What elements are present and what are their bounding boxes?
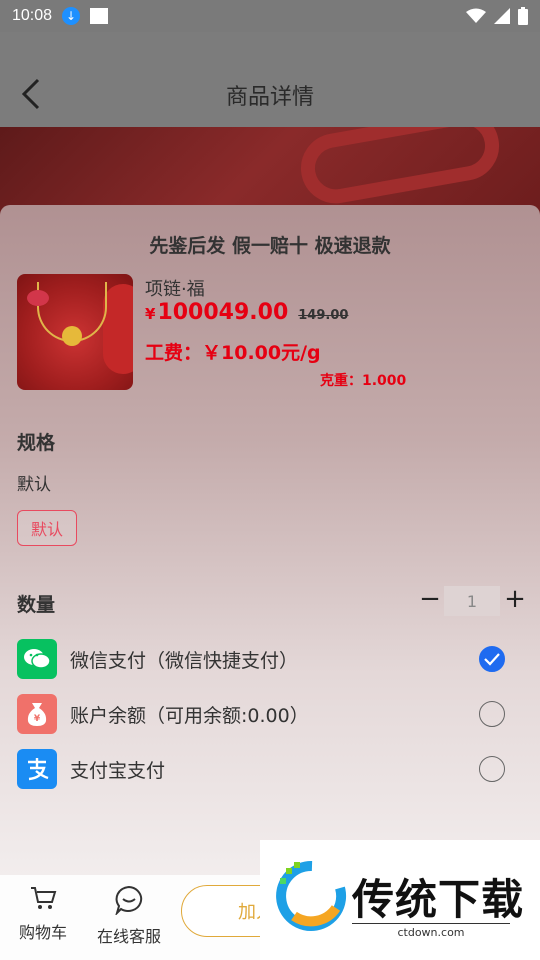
- balance-icon: ¥: [17, 694, 57, 734]
- app-notification-icon: [90, 8, 109, 24]
- signal-icon: [494, 8, 510, 24]
- page-title: 商品详情: [225, 85, 314, 110]
- quantity-decrease-button[interactable]: −: [418, 586, 442, 614]
- service-tab[interactable]: 在线客服: [93, 885, 165, 947]
- payment-option-alipay[interactable]: 支付宝支付: [17, 748, 527, 790]
- sheet-title: 先鉴后发 假一赔十 极速退款: [149, 235, 391, 257]
- spec-value: 默认: [17, 475, 51, 495]
- quantity-heading: 数量: [17, 594, 56, 616]
- quantity-increase-button[interactable]: +: [503, 586, 527, 614]
- purchase-sheet: 先鉴后发 假一赔十 极速退款 项链·福 ¥ 100049.00 149.00 工…: [0, 205, 540, 875]
- spec-option-default[interactable]: 默认: [17, 510, 77, 546]
- radio-unchecked[interactable]: [479, 701, 505, 727]
- service-label: 在线客服: [96, 927, 161, 946]
- cart-icon: [31, 887, 57, 909]
- wifi-icon: [466, 8, 486, 23]
- cart-tab[interactable]: 购物车: [17, 885, 69, 943]
- ctdown-logo: [276, 860, 347, 931]
- spec-heading: 规格: [17, 432, 56, 454]
- product-name: 项链·福: [145, 279, 205, 300]
- download-icon: ↓: [62, 7, 81, 25]
- status-time: 10:08: [12, 7, 53, 24]
- chat-bubble-icon: [114, 885, 143, 917]
- payment-option-wechat[interactable]: 微信支付（微信快捷支付）: [17, 638, 527, 680]
- original-price: 149.00: [298, 308, 349, 323]
- payment-option-balance[interactable]: ¥ 账户余额（可用余额:0.00）: [17, 693, 527, 735]
- watermark-url: ctdown.com: [352, 923, 510, 939]
- banner-ribbon: [295, 127, 505, 209]
- cart-label: 购物车: [18, 923, 67, 942]
- wechat-pay-icon: [17, 639, 57, 679]
- watermark: 传统下载 ctdown.com: [260, 840, 540, 960]
- battery-icon: [518, 7, 528, 25]
- alipay-icon: [17, 749, 57, 789]
- product-thumbnail: [17, 274, 133, 390]
- status-bar: 10:08 ↓: [0, 0, 540, 32]
- watermark-text: 传统下载: [352, 875, 525, 924]
- product-weight: 克重：1.000: [320, 373, 407, 389]
- quantity-input[interactable]: 1: [444, 586, 500, 616]
- currency-symbol: ¥: [145, 305, 156, 323]
- radio-unchecked[interactable]: [479, 756, 505, 782]
- payment-label: 账户余额（可用余额:0.00）: [70, 704, 309, 727]
- price-row: ¥ 100049.00 149.00: [145, 300, 348, 325]
- labor-fee: 工费：￥10.00元/g: [145, 342, 321, 364]
- header: 商品详情: [0, 32, 540, 127]
- svg-text:¥: ¥: [34, 714, 41, 724]
- payment-label: 微信支付（微信快捷支付）: [70, 649, 299, 672]
- payment-label: 支付宝支付: [70, 759, 166, 782]
- radio-checked[interactable]: [479, 646, 505, 672]
- product-price: 100049.00: [157, 300, 289, 325]
